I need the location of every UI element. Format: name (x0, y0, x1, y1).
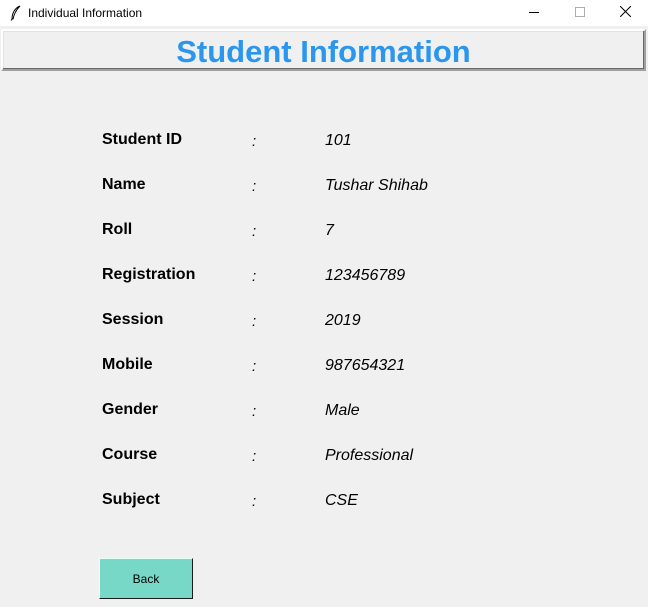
info-row-mobile: Mobile : 987654321 (0, 356, 648, 380)
field-label: Name (102, 176, 146, 193)
field-value: 7 (325, 222, 334, 239)
close-icon (619, 4, 631, 22)
close-button[interactable] (602, 0, 648, 26)
field-label: Registration (102, 266, 196, 283)
field-value: 101 (325, 132, 352, 149)
info-row-course: Course : Professional (0, 446, 648, 470)
field-separator: : (252, 403, 257, 420)
field-value: Professional (325, 447, 414, 464)
field-value: 123456789 (325, 267, 406, 284)
field-value: Tushar Shihab (325, 177, 428, 194)
field-value: CSE (325, 492, 358, 509)
field-label: Course (102, 446, 158, 463)
field-label: Gender (102, 401, 159, 418)
field-label: Mobile (102, 356, 153, 373)
field-separator: : (252, 133, 257, 150)
minimize-button[interactable] (511, 0, 557, 26)
field-value: 2019 (325, 312, 361, 329)
info-row-name: Name : Tushar Shihab (0, 176, 648, 200)
page-title: Student Information (176, 34, 471, 69)
field-value: Male (325, 402, 360, 419)
field-separator: : (252, 448, 257, 465)
field-label: Session (102, 311, 164, 328)
info-row-student-id: Student ID : 101 (0, 131, 648, 155)
field-separator: : (252, 493, 257, 510)
info-row-roll: Roll : 7 (0, 221, 648, 245)
info-row-session: Session : 2019 (0, 311, 648, 335)
field-separator: : (252, 178, 257, 195)
field-separator: : (252, 223, 257, 240)
info-row-registration: Registration : 123456789 (0, 266, 648, 290)
field-separator: : (252, 313, 257, 330)
field-label: Student ID (102, 131, 182, 148)
maximize-icon (575, 4, 585, 22)
minimize-icon (529, 4, 539, 22)
field-label: Roll (102, 221, 133, 238)
info-row-subject: Subject : CSE (0, 491, 648, 515)
field-separator: : (252, 358, 257, 375)
field-value: 987654321 (325, 357, 406, 374)
field-separator: : (252, 268, 257, 285)
maximize-button[interactable] (557, 0, 603, 26)
back-button[interactable]: Back (99, 558, 193, 599)
window-title: Individual Information (28, 6, 143, 20)
title-bar[interactable]: Individual Information (0, 0, 648, 26)
field-label: Subject (102, 491, 160, 508)
info-row-gender: Gender : Male (0, 401, 648, 425)
header-frame: Student Information (1, 29, 646, 71)
feather-icon (9, 5, 23, 21)
